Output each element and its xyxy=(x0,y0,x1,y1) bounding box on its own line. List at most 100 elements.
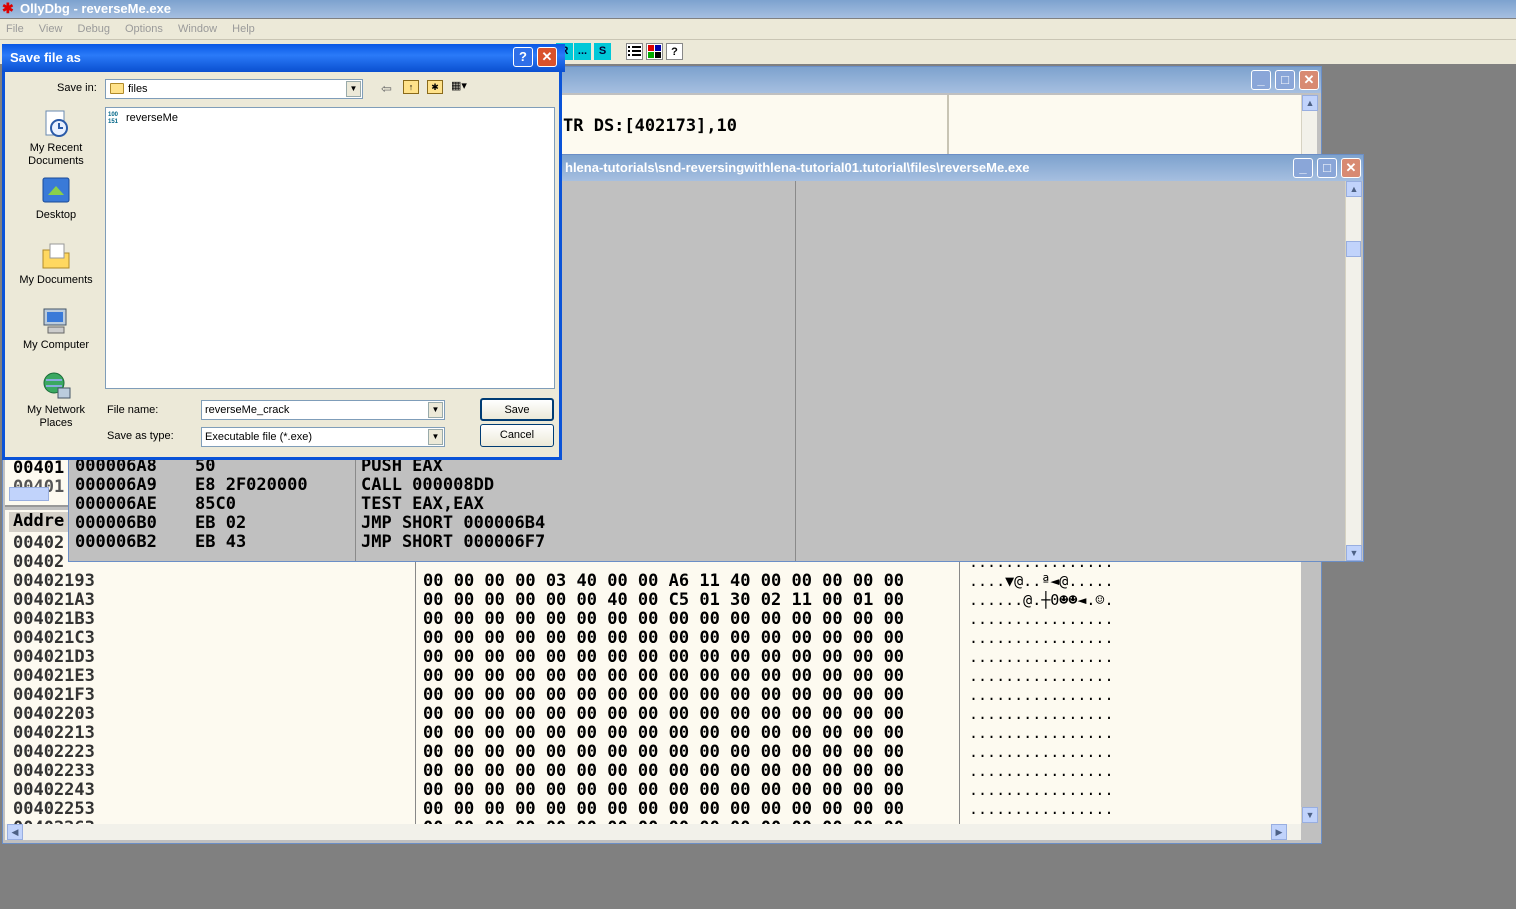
file-name-label: File name: xyxy=(107,404,159,416)
place-my-recent-documents[interactable]: My Recent Documents xyxy=(9,108,103,168)
save-file-dialog: Save file as ? ✕ Save in: files ▼ ⇦ ↑ ✱ … xyxy=(2,44,565,460)
place-my-computer[interactable]: My Computer xyxy=(9,305,103,352)
scroll-up-icon[interactable]: ▲ xyxy=(1346,181,1362,197)
view-menu-icon[interactable]: ▦▾ xyxy=(451,80,475,94)
dump-ascii-cell: ......@.┼0☻☻◄.☺. xyxy=(969,591,1114,609)
dump-address-cell: 00402203 xyxy=(13,704,95,724)
save-in-select[interactable]: files ▼ xyxy=(105,79,363,99)
maximize-icon[interactable]: □ xyxy=(1275,70,1295,90)
toolbar-help-button[interactable]: ? xyxy=(666,43,683,60)
minimize-icon[interactable]: _ xyxy=(1251,70,1271,90)
list-icon[interactable] xyxy=(626,43,643,60)
dump-ascii-cell: ................ xyxy=(969,648,1114,666)
dump-hex-cell: 00 00 00 00 00 00 00 00 00 00 00 00 00 0… xyxy=(423,761,905,781)
dump-hex-cell: 00 00 00 00 00 00 00 00 00 00 00 00 00 0… xyxy=(423,704,905,724)
file-column-divider xyxy=(355,445,356,561)
place-my-documents[interactable]: My Documents xyxy=(9,240,103,287)
close-icon[interactable]: ✕ xyxy=(1341,158,1361,178)
disasm-asm: TEST EAX,EAX xyxy=(361,494,484,514)
dump-hex-cell: 00 00 00 00 00 00 00 00 00 00 00 00 00 0… xyxy=(423,666,905,686)
chevron-down-icon[interactable]: ▼ xyxy=(428,429,443,445)
dump-address-cell: 004021D3 xyxy=(13,647,95,667)
dump-divider-2 xyxy=(959,530,960,824)
help-icon[interactable]: ? xyxy=(513,47,533,67)
menu-bar: File View Debug Options Window Help xyxy=(0,19,1516,40)
exe-file-icon: 100 151 xyxy=(108,112,119,125)
my-network-places-icon xyxy=(43,372,71,399)
dump-hex-column: 00 00 00 00 03 40 00 00 A6 11 40 00 00 0… xyxy=(423,534,904,838)
place-desktop[interactable]: Desktop xyxy=(9,175,103,222)
dump-address-cell: 00402233 xyxy=(13,761,95,781)
menu-help[interactable]: Help xyxy=(226,19,261,40)
menu-view[interactable]: View xyxy=(33,19,69,40)
menu-window[interactable]: Window xyxy=(172,19,223,40)
up-folder-icon[interactable]: ↑ xyxy=(403,80,419,94)
disasm-horizontal-scroll-thumb[interactable] xyxy=(9,487,49,501)
dump-horizontal-scrollbar[interactable]: ◀ ▶ xyxy=(5,824,1301,840)
scroll-left-icon[interactable]: ◀ xyxy=(7,824,23,840)
dump-hex-cell: 00 00 00 00 00 00 00 00 00 00 00 00 00 0… xyxy=(423,685,905,705)
scroll-thumb[interactable] xyxy=(1346,241,1361,257)
scroll-down-icon[interactable]: ▼ xyxy=(1302,807,1318,823)
minimize-icon[interactable]: _ xyxy=(1293,158,1313,178)
dump-hex-cell: 00 00 00 00 00 00 00 00 00 00 00 00 00 0… xyxy=(423,628,905,648)
scroll-up-icon[interactable]: ▲ xyxy=(1302,95,1318,111)
scroll-down-icon[interactable]: ▼ xyxy=(1346,545,1362,561)
my-documents-icon xyxy=(42,243,70,269)
save-button[interactable]: Save xyxy=(480,398,554,421)
save-as-type-label: Save as type: xyxy=(107,430,174,442)
disasm-addr: 000006B2 xyxy=(75,532,157,552)
file-vertical-scrollbar[interactable]: ▲ ▼ xyxy=(1345,181,1362,561)
recent-documents-icon xyxy=(45,110,68,137)
disasm-left-address: 00401 xyxy=(13,458,65,478)
dump-divider-1 xyxy=(415,530,416,824)
my-computer-icon xyxy=(43,308,67,334)
file-item-name: reverseMe xyxy=(126,112,178,124)
save-in-label: Save in: xyxy=(57,82,97,94)
desktop-icon xyxy=(42,177,70,203)
dump-address-cell: 004021A3 xyxy=(13,590,95,610)
close-icon[interactable]: ✕ xyxy=(537,47,557,67)
toolbar-ellipsis-button[interactable]: ... xyxy=(574,43,591,60)
dump-hex-cell: 00 00 00 00 00 00 00 00 00 00 00 00 00 0… xyxy=(423,780,905,800)
dump-ascii-cell: ....▼@..ª◄@..... xyxy=(969,572,1114,590)
file-list[interactable]: 100 151 reverseMe xyxy=(105,107,555,389)
dump-hex-cell: 00 00 00 00 00 00 00 00 00 00 00 00 00 0… xyxy=(423,723,905,743)
dump-ascii-cell: ................ xyxy=(969,667,1114,685)
file-name-input[interactable]: reverseMe_crack ▼ xyxy=(201,400,445,420)
menu-options[interactable]: Options xyxy=(119,19,169,40)
dump-hex-cell: 00 00 00 00 00 00 00 00 00 00 00 00 00 0… xyxy=(423,742,905,762)
dump-header-address[interactable]: Addre xyxy=(9,512,69,532)
close-icon[interactable]: ✕ xyxy=(1299,70,1319,90)
dump-ascii-cell: ................ xyxy=(969,610,1114,628)
menu-debug[interactable]: Debug xyxy=(72,19,116,40)
scroll-right-icon[interactable]: ▶ xyxy=(1271,824,1287,840)
cancel-button[interactable]: Cancel xyxy=(480,424,554,447)
maximize-icon[interactable]: □ xyxy=(1317,158,1337,178)
dump-address-cell: 00402193 xyxy=(13,571,95,591)
dialog-title: Save file as xyxy=(10,50,81,65)
app-title-bar[interactable]: ✱ OllyDbg - reverseMe.exe xyxy=(0,0,1516,18)
dump-address-cell: 00402243 xyxy=(13,780,95,800)
menu-file[interactable]: File xyxy=(0,19,30,40)
disasm-asm: CALL 000008DD xyxy=(361,475,495,495)
dump-ascii-cell: ................ xyxy=(969,705,1114,723)
place-my-network-places[interactable]: My Network Places xyxy=(9,370,103,430)
dump-address-column: 00402 00402 00402193 004021A3 004021B3 004021… xyxy=(13,534,95,838)
dump-address-cell: 004021C3 xyxy=(13,628,95,648)
dump-ascii-cell: ................ xyxy=(969,629,1114,647)
disasm-addr: 000006AE xyxy=(75,494,157,514)
save-as-type-select[interactable]: Executable file (*.exe) ▼ xyxy=(201,427,445,447)
grid-icon[interactable] xyxy=(646,43,663,60)
dialog-title-bar[interactable]: Save file as ? ✕ xyxy=(2,44,565,72)
toolbar-s-button[interactable]: S xyxy=(594,43,611,60)
chevron-down-icon[interactable]: ▼ xyxy=(428,402,443,418)
dump-vertical-scrollbar[interactable]: ▼ xyxy=(1301,807,1318,823)
chevron-down-icon[interactable]: ▼ xyxy=(346,81,361,97)
new-folder-icon[interactable]: ✱ xyxy=(427,80,443,94)
disasm-hex: E8 2F020000 xyxy=(195,475,308,495)
dump-ascii-cell: ................ xyxy=(969,724,1114,742)
file-item[interactable]: 100 151 reverseMe xyxy=(108,112,198,126)
back-icon[interactable]: ⇦ xyxy=(381,81,392,97)
dump-address-cell: 004021E3 xyxy=(13,666,95,686)
